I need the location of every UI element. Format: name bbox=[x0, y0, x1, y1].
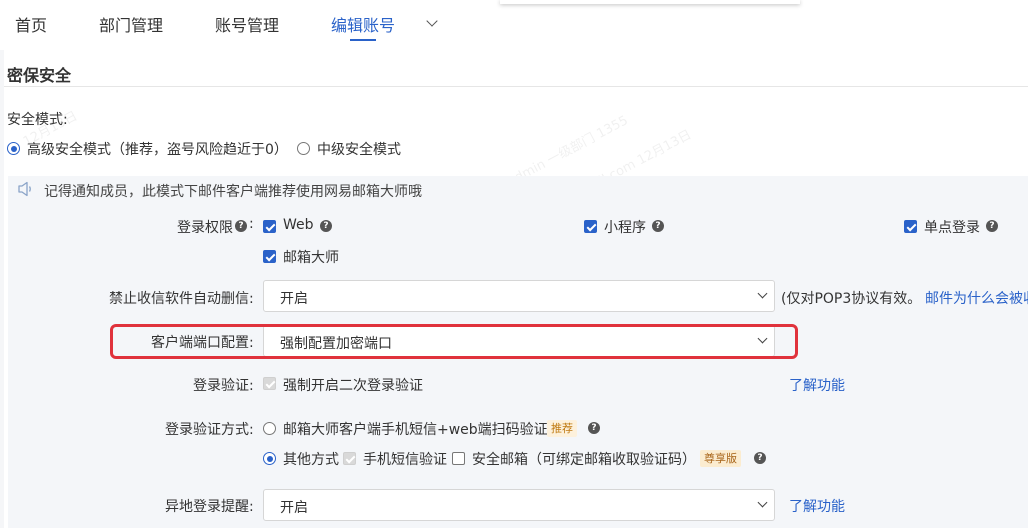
auto-delete-note: (仅对POP3协议有效。 bbox=[781, 291, 922, 307]
help-icon[interactable]: ? bbox=[986, 220, 998, 232]
checkbox-sso-label[interactable]: 单点登录 bbox=[924, 217, 980, 237]
active-tab-indicator bbox=[350, 39, 376, 41]
radio-verify-master-label[interactable]: 邮箱大师客户端手机短信+web端扫码验证 bbox=[283, 419, 548, 439]
radio-medium-security[interactable] bbox=[297, 142, 310, 155]
radio-medium-security-label[interactable]: 中级安全模式 bbox=[317, 139, 401, 159]
checkbox-web-label[interactable]: Web bbox=[283, 217, 314, 233]
radio-high-security[interactable] bbox=[7, 142, 20, 155]
verify-method-label: 登录验证方式: bbox=[165, 422, 254, 438]
help-icon[interactable]: ? bbox=[754, 452, 766, 464]
checkbox-mail-master-label[interactable]: 邮箱大师 bbox=[283, 247, 339, 267]
help-icon[interactable]: ? bbox=[320, 220, 332, 232]
chevron-down-icon bbox=[757, 497, 768, 508]
nav-tab-accounts[interactable]: 账号管理 bbox=[215, 12, 279, 36]
chevron-down-icon bbox=[757, 288, 768, 299]
checkbox-safe-mailbox[interactable] bbox=[452, 452, 465, 465]
checkbox-sso[interactable] bbox=[904, 220, 917, 233]
auto-delete-value: 开启 bbox=[280, 291, 308, 307]
checkbox-force-2fa bbox=[263, 377, 276, 390]
radio-verify-other-label[interactable]: 其他方式 bbox=[283, 449, 339, 469]
remote-login-value: 开启 bbox=[280, 500, 308, 516]
security-mode-label: 安全模式: bbox=[7, 112, 68, 128]
section-divider bbox=[4, 86, 1028, 87]
speaker-icon bbox=[18, 181, 31, 197]
checkbox-miniprogram[interactable] bbox=[584, 220, 597, 233]
notice-text: 记得通知成员，此模式下邮件客户端推荐使用网易邮箱大师哦 bbox=[44, 184, 422, 200]
checkbox-mail-master[interactable] bbox=[263, 250, 276, 263]
help-icon[interactable]: ? bbox=[588, 422, 600, 434]
radio-verify-other[interactable] bbox=[263, 452, 276, 465]
dropdown-popup-edge bbox=[500, 0, 800, 4]
learn-more-link[interactable]: 了解功能 bbox=[789, 496, 845, 516]
learn-more-link[interactable]: 了解功能 bbox=[789, 375, 845, 395]
section-title: 密保安全 bbox=[7, 66, 72, 85]
help-icon[interactable]: ? bbox=[235, 220, 247, 232]
remote-login-label: 异地登录提醒: bbox=[165, 499, 254, 515]
login-permission-label: 登录权限 bbox=[177, 220, 233, 236]
checkbox-miniprogram-label[interactable]: 小程序 bbox=[604, 217, 646, 237]
premium-badge: 尊享版 bbox=[700, 450, 741, 467]
auto-delete-select[interactable]: 开启 bbox=[263, 280, 775, 312]
remote-login-select[interactable]: 开启 bbox=[263, 489, 775, 521]
checkbox-safe-mailbox-label[interactable]: 安全邮箱（可绑定邮箱收取验证码） bbox=[472, 449, 696, 469]
nav-tab-departments[interactable]: 部门管理 bbox=[99, 12, 163, 36]
checkbox-sms-verify-label: 手机短信验证 bbox=[363, 452, 447, 468]
checkbox-web[interactable] bbox=[263, 220, 276, 233]
nav-tab-edit-account[interactable]: 编辑账号 bbox=[331, 12, 395, 36]
auto-delete-link[interactable]: 邮件为什么会被收 bbox=[925, 288, 1028, 308]
label-colon: : bbox=[249, 216, 254, 232]
login-verify-label: 登录验证: bbox=[193, 378, 254, 394]
highlight-box bbox=[110, 324, 798, 359]
recommend-badge: 推荐 bbox=[547, 420, 577, 437]
checkbox-force-2fa-label: 强制开启二次登录验证 bbox=[283, 378, 423, 394]
radio-verify-master[interactable] bbox=[263, 422, 276, 435]
help-icon[interactable]: ? bbox=[652, 220, 664, 232]
radio-high-security-label[interactable]: 高级安全模式（推荐，盗号风险趋近于0） bbox=[27, 139, 288, 159]
nav-tab-home[interactable]: 首页 bbox=[15, 12, 47, 36]
checkbox-sms-verify bbox=[343, 452, 356, 465]
auto-delete-label: 禁止收信软件自动删信: bbox=[109, 291, 254, 307]
